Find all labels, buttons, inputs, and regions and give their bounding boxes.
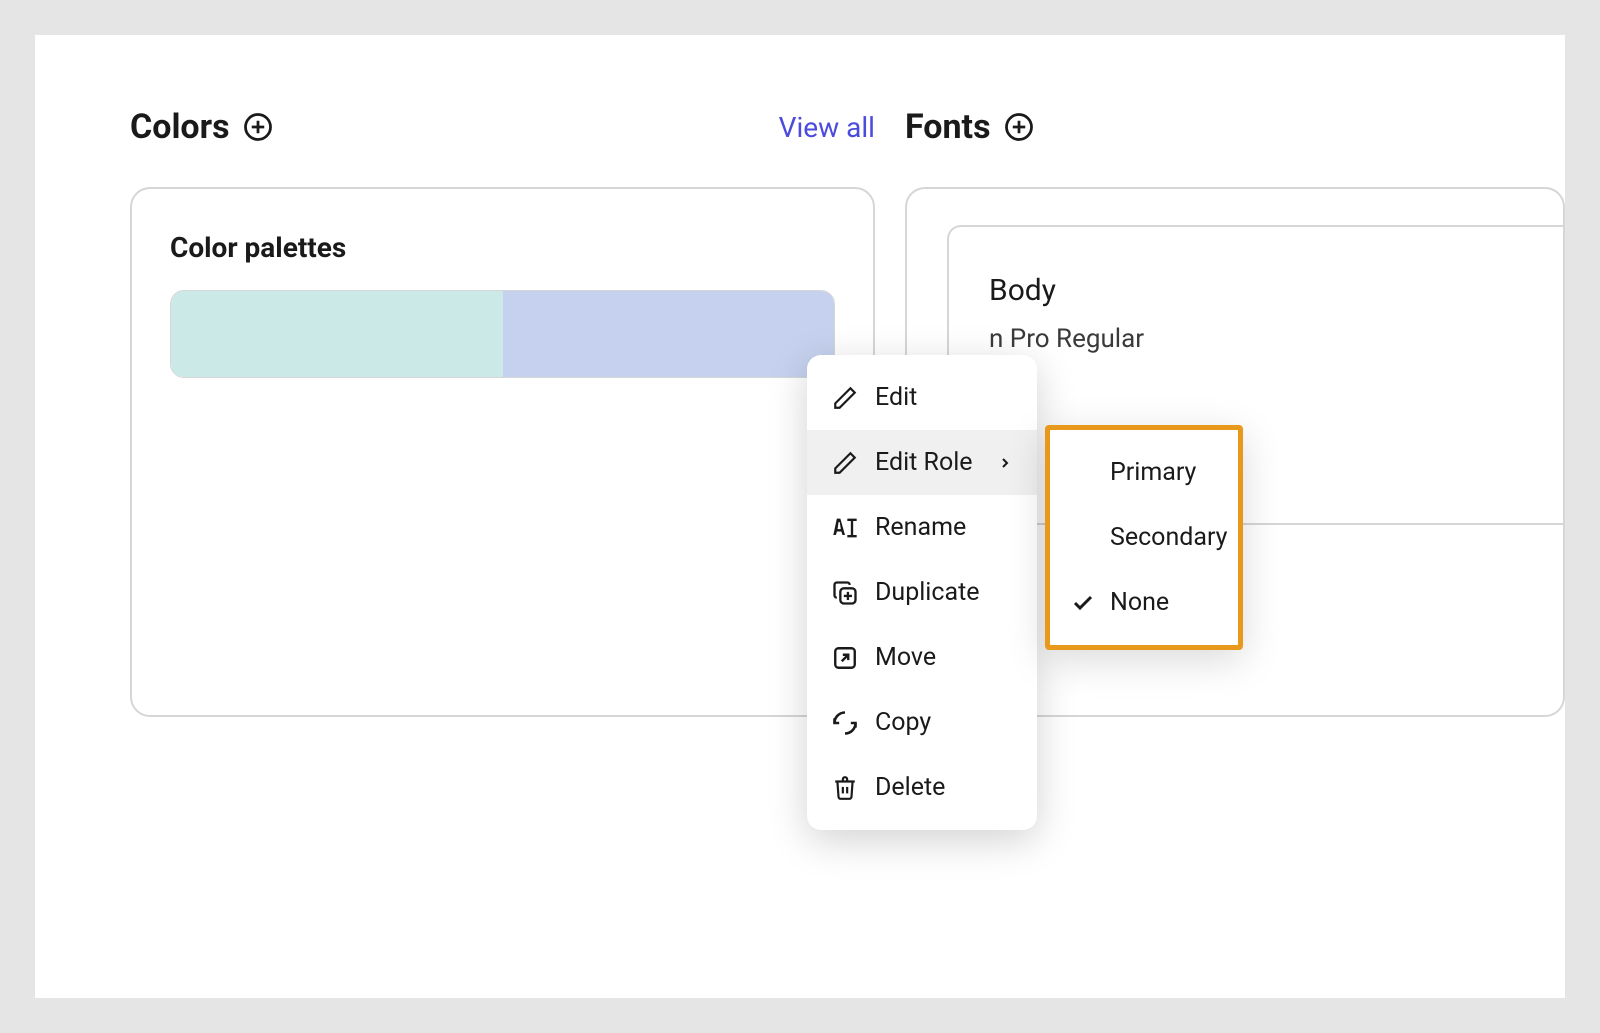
copy-icon: [831, 709, 859, 737]
pencil-icon: [831, 384, 859, 412]
add-font-button[interactable]: [1003, 111, 1035, 143]
color-palette[interactable]: [170, 290, 835, 378]
duplicate-icon: [831, 579, 859, 607]
color-palettes-heading: Color palettes: [170, 231, 835, 264]
font-item[interactable]: Body n Pro Regular: [947, 225, 1563, 525]
colors-title: Colors: [130, 107, 230, 147]
menu-item-label: Copy: [875, 708, 931, 737]
pencil-icon: [831, 449, 859, 477]
colors-column: Colors View all Color palettes: [130, 105, 875, 717]
delete-icon: [831, 774, 859, 802]
menu-item-label: Duplicate: [875, 578, 980, 607]
color-swatch[interactable]: [503, 291, 835, 377]
submenu-item-none[interactable]: None: [1050, 570, 1238, 635]
menu-item-label: Move: [875, 643, 936, 672]
menu-item-label: Edit Role: [875, 448, 973, 477]
menu-item-edit[interactable]: Edit: [807, 365, 1037, 430]
menu-item-copy[interactable]: Copy: [807, 690, 1037, 755]
chevron-right-icon: [997, 455, 1013, 471]
plus-circle-icon: [243, 112, 273, 142]
app-canvas: Colors View all Color palettes: [35, 35, 1565, 998]
submenu-item-primary[interactable]: Primary: [1050, 440, 1238, 505]
font-name-text: n Pro Regular: [989, 324, 1523, 354]
edit-role-submenu: Primary Secondary None: [1045, 425, 1243, 650]
move-icon: [831, 644, 859, 672]
menu-item-label: Edit: [875, 383, 917, 412]
menu-item-edit-role[interactable]: Edit Role: [807, 430, 1037, 495]
fonts-title: Fonts: [905, 107, 991, 147]
menu-item-rename[interactable]: Rename: [807, 495, 1037, 560]
menu-item-label: Rename: [875, 513, 966, 542]
context-menu: Edit Edit Role Rename: [807, 355, 1037, 830]
menu-item-delete[interactable]: Delete: [807, 755, 1037, 820]
checkmark-icon: [1070, 591, 1096, 615]
menu-item-duplicate[interactable]: Duplicate: [807, 560, 1037, 625]
colors-view-all-link[interactable]: View all: [779, 111, 875, 144]
font-role-label: Body: [989, 273, 1523, 308]
colors-section-header: Colors View all: [130, 105, 875, 149]
fonts-section-header: Fonts: [905, 105, 1565, 149]
menu-item-move[interactable]: Move: [807, 625, 1037, 690]
color-swatch[interactable]: [171, 291, 503, 377]
rename-icon: [831, 514, 859, 542]
submenu-item-label: None: [1110, 588, 1169, 617]
add-color-button[interactable]: [242, 111, 274, 143]
submenu-item-label: Primary: [1110, 458, 1196, 487]
plus-circle-icon: [1004, 112, 1034, 142]
colors-card: Color palettes: [130, 187, 875, 717]
submenu-item-secondary[interactable]: Secondary: [1050, 505, 1238, 570]
submenu-item-label: Secondary: [1110, 523, 1227, 552]
menu-item-label: Delete: [875, 773, 945, 802]
